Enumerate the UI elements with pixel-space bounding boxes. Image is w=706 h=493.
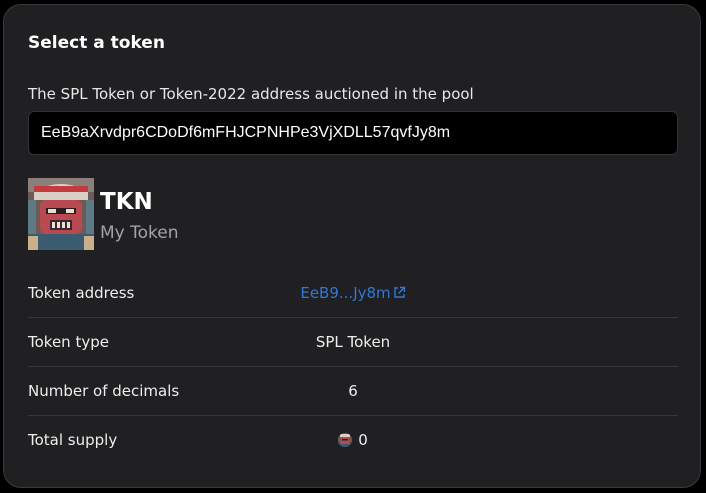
table-row: Number of decimals 6 (28, 367, 678, 416)
total-supply-row-value: 0 (158, 431, 548, 449)
token-address-short: EeB9...Jy8m (300, 284, 391, 302)
token-type-row-label: Token type (28, 333, 109, 351)
token-mini-logo-icon (338, 433, 353, 447)
total-supply-value: 0 (358, 431, 368, 449)
token-address-input[interactable] (28, 111, 678, 155)
total-supply-row-label: Total supply (28, 431, 118, 449)
decimals-row-label: Number of decimals (28, 382, 180, 400)
token-name: My Token (100, 223, 179, 243)
token-logo-icon (28, 178, 94, 250)
select-token-card: Select a token The SPL Token or Token-20… (3, 4, 701, 488)
table-row: Token type SPL Token (28, 318, 678, 367)
token-symbol: TKN (100, 189, 153, 215)
token-address-row-label: Token address (28, 284, 135, 302)
token-details-table: Token address EeB9...Jy8m Token type SPL… (28, 269, 678, 464)
decimals-row-value: 6 (348, 382, 358, 400)
table-row: Total supply 0 (28, 416, 678, 464)
card-title: Select a token (28, 33, 165, 53)
token-type-row-value: SPL Token (315, 333, 391, 351)
token-address-row-value: EeB9...Jy8m (158, 284, 548, 302)
table-row: Token address EeB9...Jy8m (28, 269, 678, 318)
token-address-label: The SPL Token or Token-2022 address auct… (28, 85, 474, 103)
token-address-link[interactable]: EeB9...Jy8m (300, 284, 405, 302)
external-link-icon (393, 286, 405, 298)
